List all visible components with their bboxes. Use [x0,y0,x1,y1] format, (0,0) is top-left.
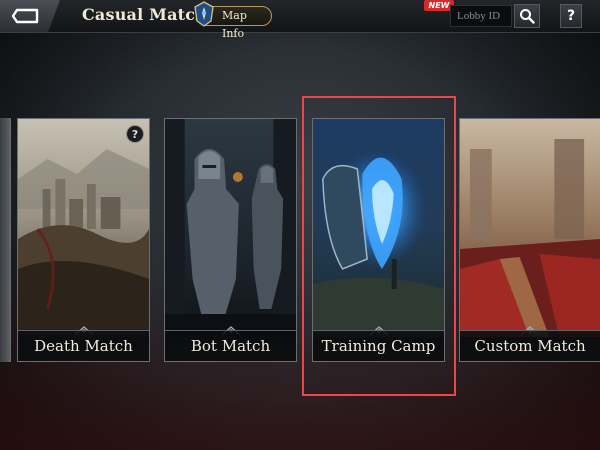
search-icon [520,9,535,24]
training-camp-label: Training Camp [313,330,444,361]
bot-match-label: Bot Match [165,330,296,361]
help-button[interactable]: ? [560,4,582,28]
map-info-button[interactable]: Map Info [194,1,272,40]
death-match-art [18,119,149,337]
death-match-label: Death Match [18,330,149,361]
custom-match-art [460,119,600,337]
mode-card-bot-match[interactable]: Bot Match [164,118,297,362]
back-arrow-icon [11,8,39,24]
mode-card-training-camp[interactable]: Training Camp [312,118,445,362]
mode-card-death-match[interactable]: ? Death Match [17,118,150,362]
training-camp-art [313,119,444,337]
mode-card-custom-match[interactable]: Custom Match [459,118,600,362]
page-title: Casual Match [82,5,208,24]
map-emblem-icon [194,1,214,27]
back-button[interactable] [0,0,60,32]
custom-match-label: Custom Match [460,330,600,361]
bot-match-art [165,119,296,337]
death-match-help-icon[interactable]: ? [126,125,144,143]
top-bar: Casual Match Map Info NEW ? [0,0,600,40]
map-info-label: Map Info [222,9,247,40]
previous-mode-card-edge[interactable] [0,118,11,362]
search-button[interactable] [514,4,540,28]
lobby-id-input[interactable] [450,5,512,27]
